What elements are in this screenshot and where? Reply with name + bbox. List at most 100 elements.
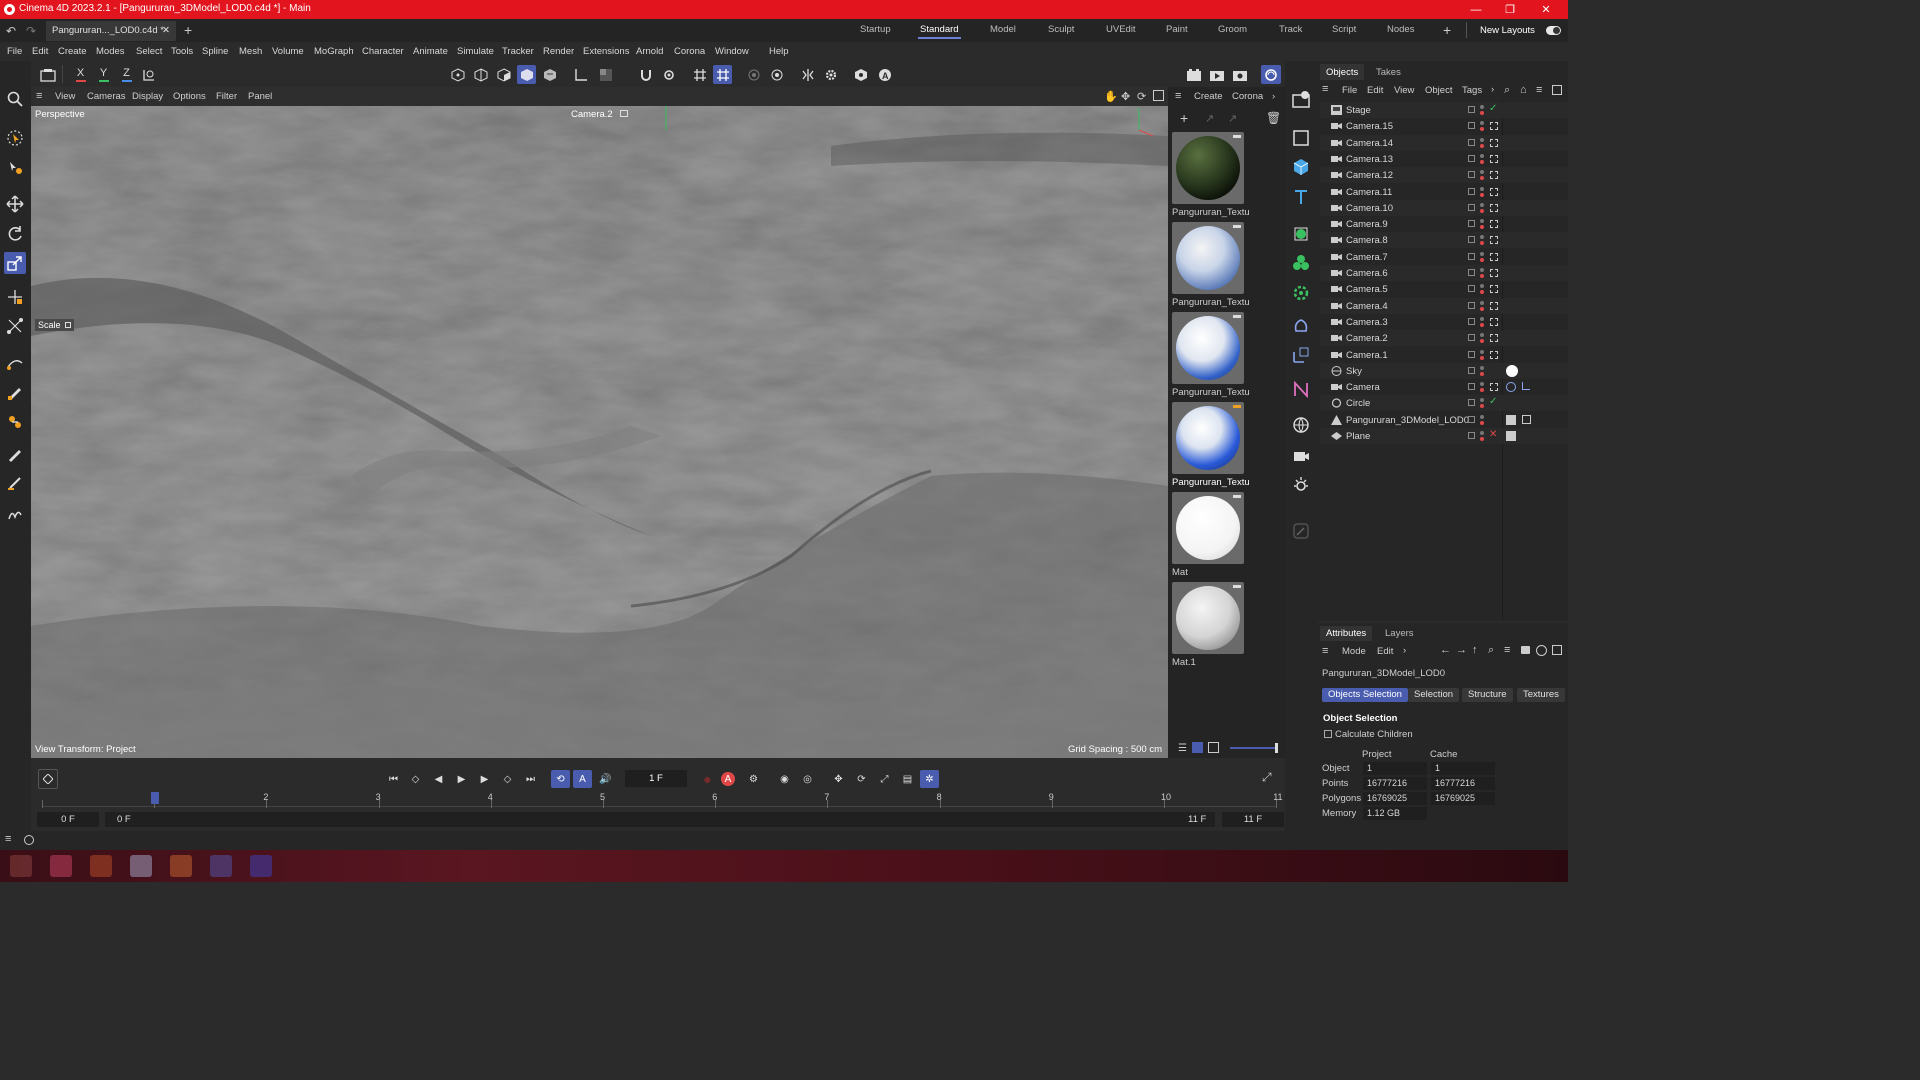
menu-extensions[interactable]: Extensions — [583, 46, 629, 57]
render-visibility-dot[interactable] — [1480, 176, 1484, 181]
viewport-menu-view[interactable]: View — [55, 91, 75, 102]
camera-link-icon[interactable] — [620, 110, 628, 117]
loop-icon[interactable]: ⟲ — [551, 770, 570, 788]
render-visibility-dot[interactable] — [1480, 241, 1484, 246]
edges-mode-icon[interactable] — [471, 65, 490, 84]
calculate-children-checkbox[interactable] — [1324, 730, 1332, 738]
next-frame-icon[interactable]: ▶ — [475, 770, 494, 788]
render-visibility-dot[interactable] — [1480, 225, 1484, 230]
transfer-icon[interactable] — [4, 286, 26, 308]
object-row[interactable]: Camera.7 — [1320, 249, 1568, 265]
editor-visibility-dot[interactable] — [1480, 105, 1484, 109]
render-visibility-dot[interactable] — [1480, 355, 1484, 360]
editor-visibility-dot[interactable] — [1480, 300, 1484, 305]
camera-target-icon[interactable] — [1490, 171, 1498, 180]
scale-icon[interactable] — [4, 252, 26, 274]
hair-tool-icon[interactable] — [4, 503, 26, 525]
settings-gear-icon[interactable] — [821, 65, 840, 84]
object-row[interactable]: Camera.4 — [1320, 297, 1568, 314]
model-mode-icon[interactable] — [38, 65, 57, 84]
taskbar-app-icon[interactable] — [10, 855, 32, 877]
render-visibility-dot[interactable] — [1480, 127, 1484, 132]
layout-tab-nodes[interactable]: Nodes — [1387, 24, 1414, 35]
taskbar-app-icon[interactable] — [130, 855, 152, 877]
brush-spline-icon[interactable] — [4, 411, 26, 433]
layout-tab-script[interactable]: Script — [1332, 24, 1356, 35]
camera-target-icon[interactable] — [1490, 138, 1498, 147]
menu-volume[interactable]: Volume — [272, 46, 304, 57]
render-visibility-dot[interactable] — [1480, 143, 1484, 148]
taskbar-app-icon[interactable] — [50, 855, 72, 877]
camera-target-icon[interactable] — [1490, 252, 1498, 261]
tab-layers[interactable]: Layers — [1385, 628, 1414, 639]
enabled-check-icon[interactable]: ✓ — [1489, 103, 1497, 114]
rotate-view-icon[interactable]: ⟳ — [1137, 90, 1146, 103]
text-spline-icon[interactable] — [1290, 186, 1312, 208]
material-menu-icon[interactable]: ≡ — [1175, 90, 1181, 102]
editor-visibility-dot[interactable] — [1480, 219, 1484, 224]
render-visibility-dot[interactable] — [1480, 192, 1484, 197]
undo-icon[interactable]: ↶ — [6, 24, 16, 38]
spline-sketch-icon[interactable] — [4, 381, 26, 403]
protection-tag-icon[interactable] — [1522, 382, 1530, 391]
start-frame-field[interactable]: 0 F — [37, 812, 99, 827]
render-view-icon[interactable] — [1184, 65, 1203, 84]
render-visibility-dot[interactable] — [1480, 306, 1484, 311]
spline-pen-icon[interactable] — [4, 351, 26, 373]
target-tag-icon[interactable] — [1506, 382, 1516, 393]
layer-edit-icon[interactable] — [1468, 203, 1475, 211]
layer-edit-icon[interactable] — [1468, 122, 1475, 130]
object-row[interactable]: Camera.15 — [1320, 118, 1568, 134]
search-icon[interactable] — [4, 88, 26, 110]
object-row[interactable]: Camera.8 — [1320, 232, 1568, 249]
camera-target-icon[interactable] — [1490, 187, 1498, 196]
layer-edit-icon[interactable] — [1468, 317, 1475, 325]
object-menu-edit[interactable]: Edit — [1367, 85, 1383, 96]
null-object-icon[interactable] — [1290, 344, 1312, 366]
layer-edit-icon[interactable] — [1468, 285, 1475, 293]
go-to-start-icon[interactable]: ⏮ — [384, 770, 403, 788]
menu-simulate[interactable]: Simulate — [457, 46, 494, 57]
camera-target-icon[interactable] — [1490, 269, 1498, 277]
add-layout-icon[interactable]: + — [1443, 22, 1451, 38]
cube-outline-icon[interactable] — [1290, 127, 1312, 149]
layer-edit-icon[interactable] — [1468, 106, 1475, 113]
object-row[interactable]: Camera.9 — [1320, 216, 1568, 232]
trash-icon[interactable]: 🗑 — [1266, 111, 1281, 125]
material-name[interactable]: Pangururan_Textu — [1172, 477, 1252, 488]
render-visibility-dot[interactable] — [1480, 339, 1484, 344]
new-window-icon[interactable] — [1552, 645, 1562, 655]
layout-tab-startup[interactable]: Startup — [860, 24, 891, 35]
object-row[interactable]: Camera.1 — [1320, 347, 1568, 363]
menu-mograph[interactable]: MoGraph — [314, 46, 354, 57]
attr-menu-icon[interactable]: ≡ — [1322, 645, 1328, 657]
render-visibility-dot[interactable] — [1480, 404, 1484, 409]
add-material-icon[interactable]: + — [1180, 110, 1188, 126]
object-row[interactable]: Camera.2 — [1320, 330, 1568, 347]
object-row[interactable]: Camera.14 — [1320, 134, 1568, 151]
editor-visibility-dot[interactable] — [1480, 398, 1484, 403]
layer-edit-icon[interactable] — [1468, 301, 1475, 309]
subtab-textures[interactable]: Textures — [1517, 688, 1565, 702]
chevron-right-icon[interactable]: › — [1403, 645, 1406, 656]
object-row[interactable]: Pangururan_3DModel_LOD0 — [1320, 412, 1568, 428]
layer-edit-icon[interactable] — [1468, 415, 1475, 423]
search-icon[interactable]: ⌕ — [1504, 84, 1510, 97]
taskbar-app-icon[interactable] — [210, 855, 232, 877]
preview-range-bar[interactable] — [105, 812, 1215, 827]
material-size-slider[interactable] — [1230, 743, 1278, 753]
material-menu-corona[interactable]: Corona — [1232, 91, 1263, 102]
taskbar-app-icon[interactable] — [90, 855, 112, 877]
object-menu-tags[interactable]: Tags — [1462, 85, 1482, 96]
current-frame-field[interactable]: 1 F — [625, 770, 687, 787]
chevron-right-icon[interactable]: › — [1272, 91, 1275, 102]
camera-target-icon[interactable] — [1490, 220, 1498, 229]
key-rotation-icon[interactable]: ⟳ — [852, 770, 871, 788]
viewport-menu-cameras[interactable]: Cameras — [87, 91, 126, 102]
taskbar-app-icon[interactable] — [250, 855, 272, 877]
keyframe-settings-icon[interactable]: ⚙ — [744, 770, 763, 788]
taskbar-app-icon[interactable] — [170, 855, 192, 877]
camera-target-icon[interactable] — [1490, 301, 1498, 310]
render-visibility-dot[interactable] — [1480, 371, 1484, 376]
disabled-cross-icon[interactable]: ✕ — [1489, 429, 1497, 440]
